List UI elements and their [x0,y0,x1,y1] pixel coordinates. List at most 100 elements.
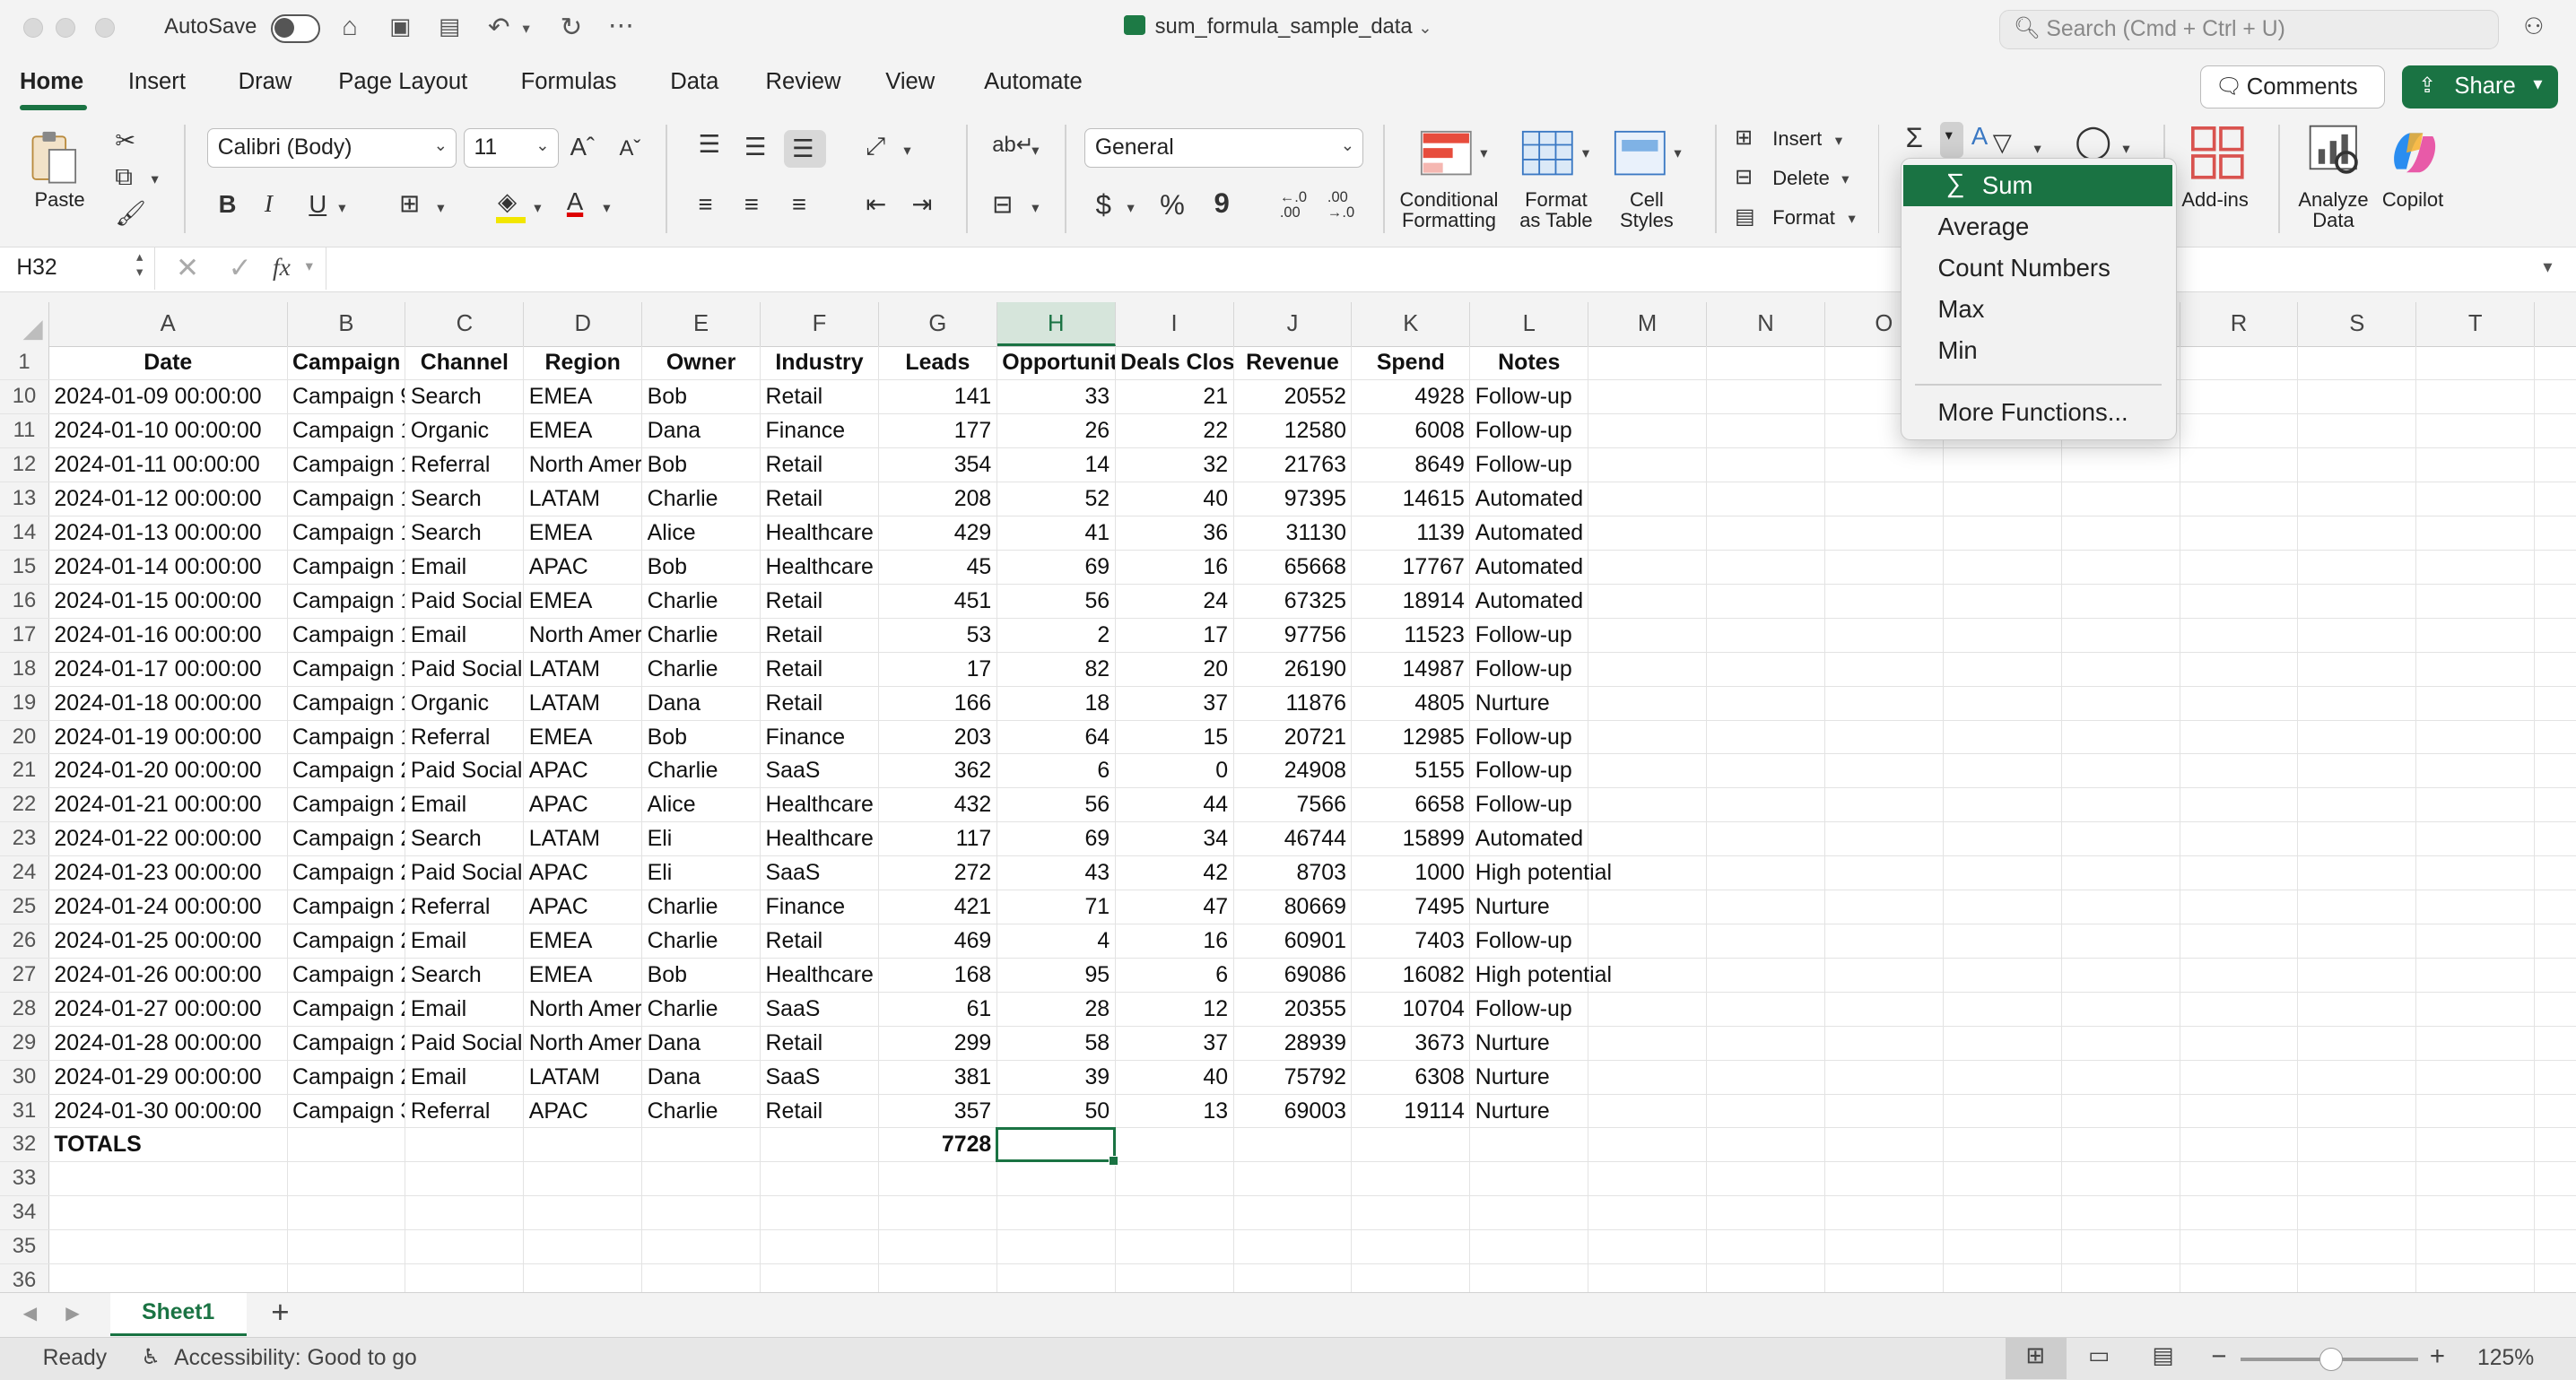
grid-cell[interactable] [1352,1196,1471,1230]
grid-cell[interactable] [49,1162,288,1196]
grid-cell[interactable]: 451 [879,584,997,618]
row-header[interactable]: 1 [0,346,49,380]
grid-cell[interactable] [2062,482,2180,516]
grid-cell[interactable] [1588,1162,1708,1196]
grid-cell[interactable] [2180,584,2299,618]
column-header-l[interactable]: L [1470,302,1589,347]
column-header-a[interactable]: A [49,302,288,347]
row-header[interactable]: 23 [0,822,49,856]
grid-cell[interactable] [1588,1230,1708,1264]
grid-cell[interactable] [1588,448,1708,482]
grid-cell[interactable] [2180,856,2299,890]
row-header[interactable]: 27 [0,958,49,992]
grid-cell[interactable]: LATAM [524,652,643,686]
grid-cell[interactable] [1825,890,1944,924]
grid-cell[interactable]: Charlie [642,618,761,652]
grid-cell[interactable]: 20552 [1234,380,1353,414]
grid-cell[interactable]: 429 [879,516,997,550]
grid-cell[interactable] [2298,448,2417,482]
grid-cell[interactable]: Campaign 22 [288,822,406,856]
menu-item-min[interactable]: Min [1903,329,2172,370]
grid-cell[interactable] [1944,584,2062,618]
grid-cell[interactable] [1707,380,1825,414]
grid-cell[interactable] [1588,822,1708,856]
grid-cell[interactable]: 67325 [1234,584,1353,618]
grid-cell[interactable]: 60901 [1234,924,1353,958]
grid-cell[interactable]: Alice [642,788,761,822]
grid-cell[interactable]: Charlie [642,890,761,924]
grid-cell[interactable] [997,1162,1116,1196]
column-header-d[interactable]: D [524,302,643,347]
number-format-select[interactable]: General ⌄ [1083,127,1364,168]
grid-cell[interactable]: 208 [879,482,997,516]
grid-cell[interactable] [524,1264,643,1293]
grid-cell[interactable]: 5155 [1352,754,1471,788]
grid-cell[interactable] [2180,448,2299,482]
grid-cell[interactable] [1825,1196,1944,1230]
grid-cell[interactable]: 36 [1116,516,1234,550]
grid-cell[interactable]: Campaign 28 [288,1026,406,1060]
grid-cell[interactable] [1825,584,1944,618]
column-header-h[interactable]: H [996,302,1116,347]
comma-style-button[interactable]: 9 [1214,187,1230,220]
grid-cell[interactable]: Email [405,550,525,584]
worksheet-grid[interactable]: ABCDEFGHIJKLMNOPQRST 1DateCampaignChanne… [0,302,2576,1293]
grid-cell[interactable]: Alice [642,516,761,550]
grid-cell[interactable] [1588,1026,1708,1060]
grid-cell[interactable]: 15899 [1352,822,1471,856]
grid-cell[interactable] [1707,890,1825,924]
minimize-window-button[interactable] [56,18,76,39]
wrap-text-dropdown-icon[interactable]: ▾ [1031,142,1039,160]
grid-cell[interactable]: 14987 [1352,652,1471,686]
grid-cell[interactable] [2180,754,2299,788]
grid-cell[interactable] [1707,516,1825,550]
grid-cell[interactable] [879,1264,997,1293]
grid-cell[interactable] [2416,380,2536,414]
grid-cell[interactable] [2416,1162,2536,1196]
grid-cell[interactable] [1588,584,1708,618]
grid-cell[interactable]: 8649 [1352,448,1471,482]
grid-cell[interactable]: APAC [524,890,643,924]
grid-cell[interactable]: 4805 [1352,686,1471,720]
grid-cell[interactable] [1944,992,2062,1026]
grid-cell[interactable] [2062,1128,2180,1162]
grid-cell[interactable]: 21 [1116,380,1234,414]
grid-cell[interactable]: Referral [405,720,525,754]
grid-cell[interactable] [2298,1230,2417,1264]
grid-cell[interactable]: Spend [1352,346,1471,380]
copy-icon[interactable]: ⧉ [115,162,133,192]
grid-cell[interactable] [524,1128,643,1162]
grid-cell[interactable] [1825,992,1944,1026]
grid-cell[interactable]: Charlie [642,754,761,788]
grid-cell[interactable] [1944,618,2062,652]
add-ins-icon[interactable] [2191,126,2244,179]
grid-cell[interactable] [2180,346,2299,380]
grid-cell[interactable]: 20355 [1234,992,1353,1026]
grid-cell[interactable]: 19114 [1352,1094,1471,1128]
grid-cell[interactable] [49,1196,288,1230]
grid-cell[interactable]: 2024-01-10 00:00:00 [49,414,288,448]
decrease-font-size-icon[interactable]: Aˇ [620,136,641,161]
grid-cell[interactable]: 166 [879,686,997,720]
grid-cell[interactable]: APAC [524,550,643,584]
grid-cell[interactable] [2416,1264,2536,1293]
grid-cell[interactable]: 37 [1116,686,1234,720]
grid-cell[interactable]: 69003 [1234,1094,1353,1128]
grid-cell[interactable] [879,1162,997,1196]
grid-cell[interactable] [2416,890,2536,924]
fill-color-dropdown-icon[interactable]: ▾ [534,199,541,217]
grid-cell[interactable] [1588,618,1708,652]
undo-icon[interactable]: ↶ [488,12,510,43]
grid-cell[interactable]: Healthcare [761,822,879,856]
grid-cell[interactable] [1707,1128,1825,1162]
grid-cell[interactable]: 381 [879,1060,997,1094]
insert-cells-icon[interactable]: ⊞ [1735,125,1753,151]
scroll-sheets-left-icon[interactable]: ◀ [23,1302,37,1324]
grid-cell[interactable]: 2024-01-23 00:00:00 [49,856,288,890]
grid-cell[interactable]: 18914 [1352,584,1471,618]
document-title[interactable]: sum_formula_sample_data ⌄ [1123,14,1432,39]
grid-cell[interactable] [1588,652,1708,686]
grid-cell[interactable]: EMEA [524,720,643,754]
bold-button[interactable]: B [219,190,237,219]
grid-cell[interactable]: Campaign 20 [288,754,406,788]
